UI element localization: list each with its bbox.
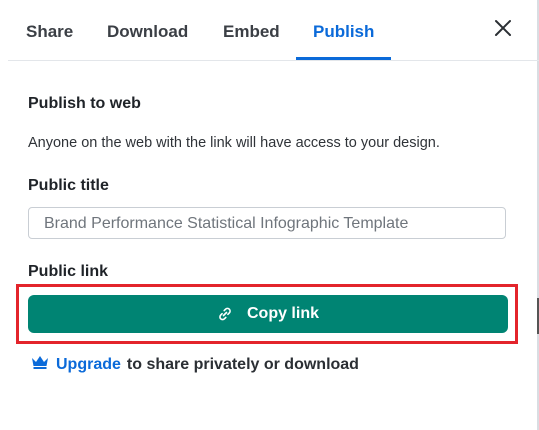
tab-embed[interactable]: Embed (223, 22, 280, 60)
tab-download[interactable]: Download (107, 22, 188, 60)
copy-link-label: Copy link (246, 305, 319, 322)
tab-publish[interactable]: Publish (313, 22, 374, 60)
copy-link-button[interactable]: Copy link (28, 295, 508, 333)
publish-to-web-heading: Publish to web (28, 95, 141, 112)
publish-dialog: Share Download Embed Publish Publish to … (0, 0, 539, 430)
close-button[interactable] (490, 15, 516, 41)
public-title-input[interactable]: Brand Performance Statistical Infographi… (28, 207, 506, 239)
tab-share[interactable]: Share (26, 22, 73, 60)
active-tab-indicator (296, 57, 391, 60)
publish-description: Anyone on the web with the link will hav… (28, 135, 440, 151)
upgrade-row: Upgrade to share privately or download (30, 354, 359, 375)
crown-icon (30, 354, 50, 375)
public-link-label: Public link (28, 263, 109, 280)
close-icon (495, 20, 511, 36)
public-title-label: Public title (28, 177, 109, 194)
upgrade-link[interactable]: Upgrade (56, 356, 121, 374)
link-icon (217, 306, 233, 322)
tab-bar: Share Download Embed Publish (8, 0, 539, 61)
upgrade-text: to share privately or download (126, 355, 359, 373)
